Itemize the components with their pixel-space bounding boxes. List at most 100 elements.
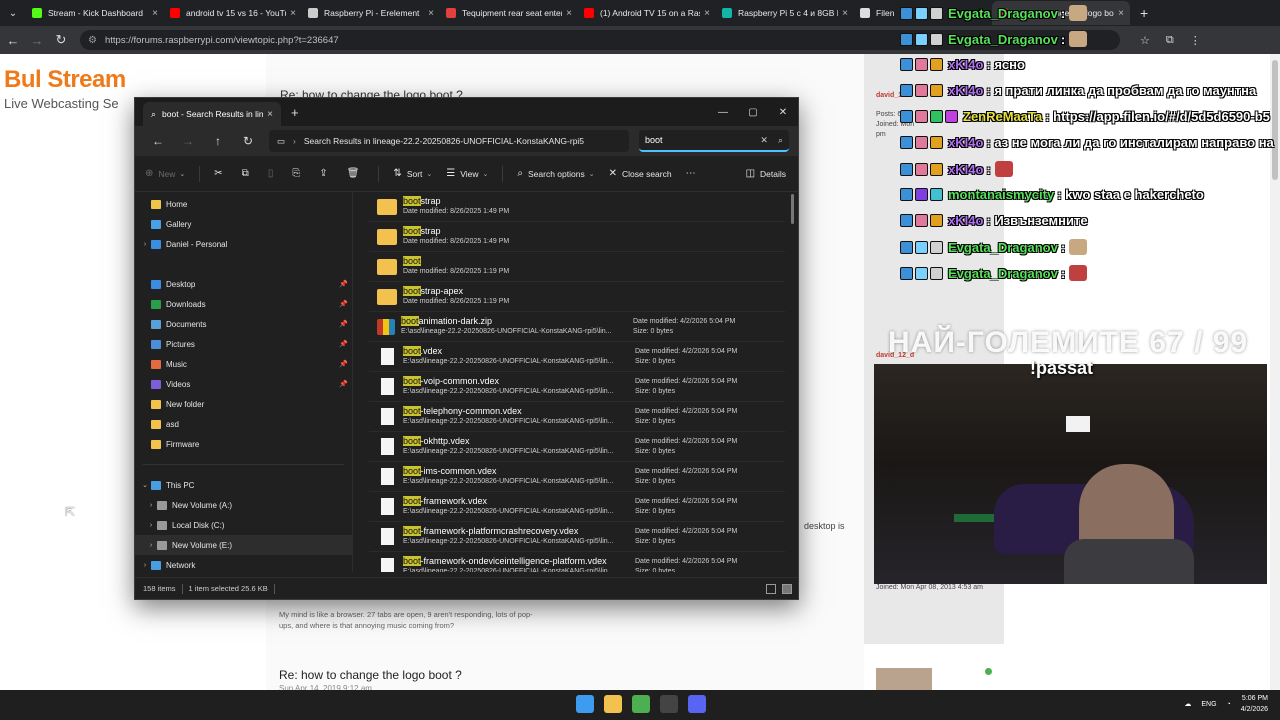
- sidebar-item[interactable]: Gallery: [135, 214, 352, 234]
- browser-tab[interactable]: Tequipment rear seat entert ×: [440, 1, 578, 25]
- file-row[interactable]: bootstrap Date modified: 8/26/2025 1:49 P…: [369, 192, 785, 222]
- chevron-icon[interactable]: ›: [145, 502, 157, 509]
- post-title[interactable]: Re: how to change the logo boot ?: [279, 668, 462, 682]
- sidebar-item[interactable]: › Local Disk (C:): [135, 515, 352, 535]
- sidebar-item[interactable]: Music 📌: [135, 354, 352, 374]
- delete-button[interactable]: 🗑: [347, 168, 365, 179]
- file-row[interactable]: boot-okhttp.vdex E:\asd\lineage-22.2-2025…: [369, 432, 785, 462]
- rename-button[interactable]: ⎘: [292, 168, 305, 179]
- obs-icon[interactable]: [660, 695, 678, 713]
- paste-button[interactable]: ▯: [268, 168, 279, 179]
- file-row[interactable]: boot-framework.vdex E:\asd\lineage-22.2-2…: [369, 492, 785, 522]
- sidebar-item[interactable]: Downloads 📌: [135, 294, 352, 314]
- chevron-icon[interactable]: ›: [145, 542, 157, 549]
- address-path[interactable]: ▭ › Search Results in lineage-22.2-20250…: [269, 130, 629, 152]
- sidebar-item[interactable]: New folder: [135, 394, 352, 414]
- chevron-icon[interactable]: ›: [145, 522, 157, 529]
- sidebar-item[interactable]: asd: [135, 414, 352, 434]
- sidebar-item[interactable]: Firmware: [135, 434, 352, 454]
- close-tab-icon[interactable]: ×: [428, 8, 434, 19]
- share-button[interactable]: ⇪: [319, 168, 332, 179]
- browser-tab[interactable]: (1) Android TV 15 on a Rasp ×: [578, 1, 716, 25]
- sidebar-item[interactable]: ⌄ This PC: [135, 475, 352, 495]
- onedrive-icon[interactable]: ☁: [1184, 700, 1191, 708]
- close-tab-icon[interactable]: ×: [842, 8, 848, 19]
- file-row[interactable]: boot Date modified: 8/26/2025 1:19 PM: [369, 252, 785, 282]
- clock[interactable]: 5:06 PM 4/2/2026: [1241, 693, 1268, 715]
- pin-icon[interactable]: 📌: [339, 360, 348, 368]
- pin-icon[interactable]: 📌: [339, 320, 348, 328]
- search-input[interactable]: boot ✕ ⌕: [639, 130, 789, 152]
- browser-tab[interactable]: Stream - Kick Dashboard ×: [26, 1, 164, 25]
- search-icon[interactable]: ⌕: [778, 135, 783, 146]
- details-pane-button[interactable]: ◫ Details: [746, 168, 786, 179]
- discord-icon[interactable]: [688, 695, 706, 713]
- pin-icon[interactable]: 📌: [339, 300, 348, 308]
- browser-tab[interactable]: Raspberry Pi 5 c 4 и 8GB RA ×: [716, 1, 854, 25]
- sidebar-item[interactable]: › Daniel - Personal: [135, 234, 352, 254]
- details-view-icon[interactable]: [766, 583, 776, 594]
- forward-icon[interactable]: →: [26, 29, 48, 51]
- browser-tab[interactable]: android tv 15 vs 16 - YouTube ×: [164, 1, 302, 25]
- new-button[interactable]: ⊕ New ⌄: [145, 168, 185, 179]
- tiles-view-icon[interactable]: [782, 583, 792, 594]
- sidebar-item[interactable]: Desktop 📌: [135, 274, 352, 294]
- sidebar-item[interactable]: Home: [135, 194, 352, 214]
- pin-icon[interactable]: 📌: [339, 380, 348, 388]
- chevron-icon[interactable]: ›: [139, 562, 151, 569]
- file-row[interactable]: boot.vdex E:\asd\lineage-22.2-20250826-UN…: [369, 342, 785, 372]
- maximize-icon[interactable]: ▢: [738, 107, 768, 118]
- back-icon[interactable]: ←: [143, 134, 173, 148]
- file-row[interactable]: boot-ims-common.vdex E:\asd\lineage-22.2-…: [369, 462, 785, 492]
- sidebar-item[interactable]: › Network: [135, 555, 352, 575]
- close-tab-icon[interactable]: ×: [704, 8, 710, 19]
- sidebar-item[interactable]: › New Volume (A:): [135, 495, 352, 515]
- reload-icon[interactable]: ↻: [50, 29, 72, 51]
- file-row[interactable]: bootstrap-apex Date modified: 8/26/2025 1…: [369, 282, 785, 312]
- start-icon[interactable]: [576, 695, 594, 713]
- language-indicator[interactable]: ENG: [1201, 701, 1216, 708]
- more-options-button[interactable]: ⋯: [686, 168, 701, 179]
- close-tab-icon[interactable]: ×: [267, 109, 273, 120]
- forward-icon[interactable]: →: [173, 134, 203, 148]
- file-list-scrollbar[interactable]: [791, 194, 794, 224]
- close-tab-icon[interactable]: ×: [566, 8, 572, 19]
- minimize-icon[interactable]: —: [708, 107, 738, 118]
- up-icon[interactable]: ↑: [203, 134, 233, 148]
- chrome-icon[interactable]: [632, 695, 650, 713]
- new-tab-icon[interactable]: +: [291, 105, 299, 120]
- refresh-icon[interactable]: ↻: [233, 134, 263, 148]
- file-explorer-icon[interactable]: [604, 695, 622, 713]
- file-row[interactable]: boot-voip-common.vdex E:\asd\lineage-22.2…: [369, 372, 785, 402]
- pin-icon[interactable]: 📌: [339, 340, 348, 348]
- browser-tab[interactable]: Raspberry Pi - Erelement ×: [302, 1, 440, 25]
- sidebar-item[interactable]: › New Volume (E:): [135, 535, 352, 555]
- view-button[interactable]: ☰ View ⌄: [446, 168, 488, 179]
- sidebar-item[interactable]: Pictures 📌: [135, 334, 352, 354]
- file-row[interactable]: bootstrap Date modified: 8/26/2025 1:49 P…: [369, 222, 785, 252]
- close-tab-icon[interactable]: ×: [290, 8, 296, 19]
- site-info-icon[interactable]: ⚙: [88, 35, 97, 46]
- sort-button[interactable]: ⇅ Sort ⌄: [393, 168, 432, 179]
- search-options-button[interactable]: ⌕ Search options ⌄: [517, 168, 594, 179]
- chevron-icon[interactable]: ›: [139, 241, 151, 248]
- file-row[interactable]: bootanimation-dark.zip E:\asd\lineage-22.…: [369, 312, 785, 342]
- close-search-button[interactable]: ✕ Close search: [609, 168, 672, 179]
- file-row[interactable]: boot-framework-platformcrashrecovery.vde…: [369, 522, 785, 552]
- cut-button[interactable]: ✂: [214, 168, 227, 179]
- chat-message: xKI4o:: [900, 161, 1013, 177]
- close-tab-icon[interactable]: ×: [152, 8, 158, 19]
- sidebar-item[interactable]: Documents 📌: [135, 314, 352, 334]
- copy-button[interactable]: ⧉: [242, 168, 254, 179]
- back-icon[interactable]: ←: [2, 29, 24, 51]
- file-row[interactable]: boot-framework-ondeviceintelligence-plat…: [369, 552, 785, 572]
- clear-search-icon[interactable]: ✕: [760, 135, 768, 146]
- close-icon[interactable]: ✕: [768, 107, 798, 118]
- wifi-icon[interactable]: ◔: [1227, 701, 1231, 708]
- chevron-icon[interactable]: ⌄: [139, 481, 151, 489]
- explorer-tab[interactable]: ⌕ boot - Search Results in lineag ×: [143, 102, 281, 126]
- tab-search-icon[interactable]: ⌄: [0, 0, 26, 26]
- file-row[interactable]: boot-telephony-common.vdex E:\asd\lineage…: [369, 402, 785, 432]
- pin-icon[interactable]: 📌: [339, 280, 348, 288]
- sidebar-item[interactable]: Videos 📌: [135, 374, 352, 394]
